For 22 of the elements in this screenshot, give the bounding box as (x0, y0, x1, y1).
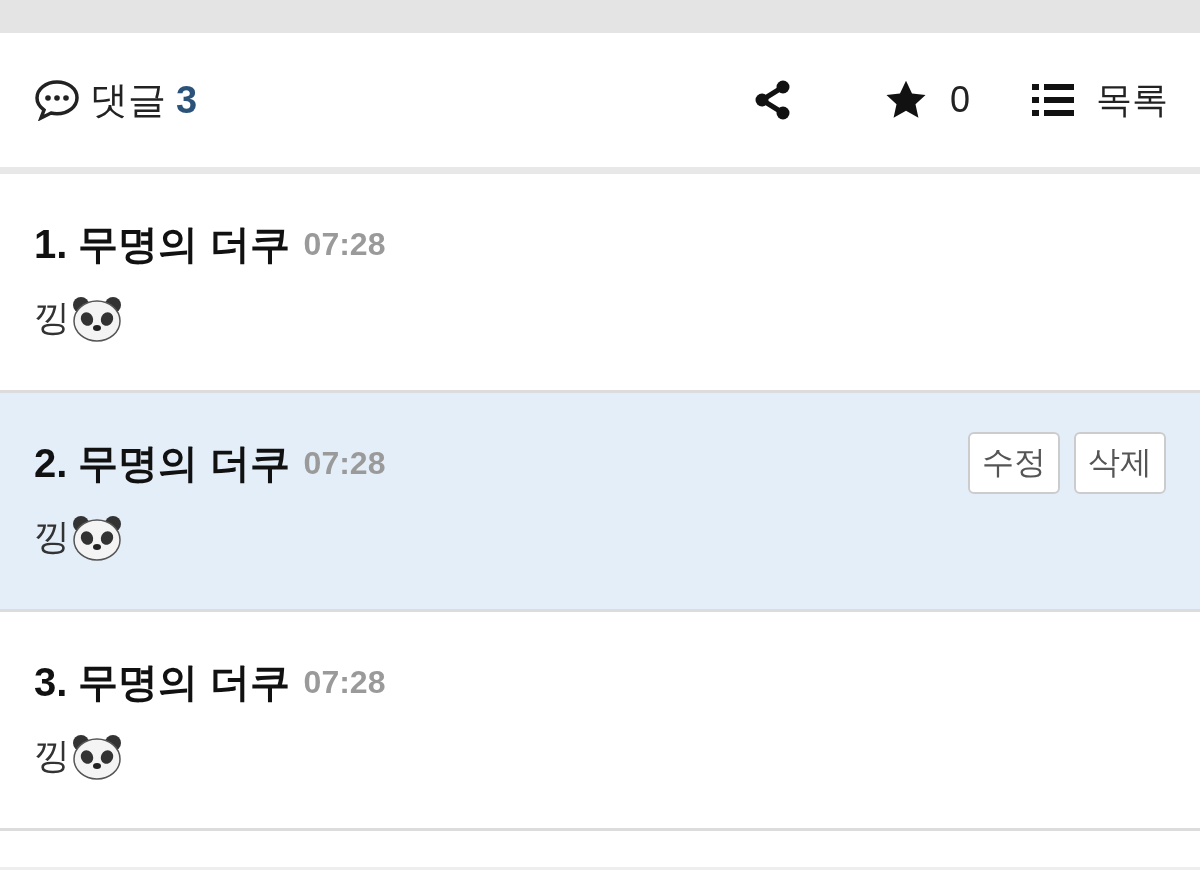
comment-text: 낑 (34, 515, 70, 559)
comment-author: 2. 무명의 더쿠 (34, 439, 290, 487)
list-button[interactable]: 목록 (1032, 75, 1168, 125)
comment-time: 07:28 (303, 663, 386, 701)
panda-face-icon (72, 514, 122, 561)
comment-text: 낑 (34, 734, 70, 778)
comment-count: 3 (176, 78, 198, 122)
share-button[interactable] (753, 80, 792, 120)
panda-face-icon (72, 733, 122, 780)
comment-time: 07:28 (303, 444, 386, 482)
comment-author: 1. 무명의 더쿠 (34, 220, 290, 268)
like-button[interactable]: 0 (883, 79, 970, 121)
share-icon (753, 80, 792, 120)
speech-bubble-icon (34, 79, 80, 121)
comments-label: 댓글 (90, 77, 166, 123)
delete-button[interactable]: 삭제 (1074, 432, 1166, 494)
comment-text: 낑 (34, 296, 70, 340)
edit-button[interactable]: 수정 (968, 432, 1060, 494)
panda-face-icon (72, 295, 122, 342)
list-icon (1032, 83, 1074, 117)
comment-author: 3. 무명의 더쿠 (34, 658, 290, 706)
comment-time: 07:28 (303, 225, 386, 263)
